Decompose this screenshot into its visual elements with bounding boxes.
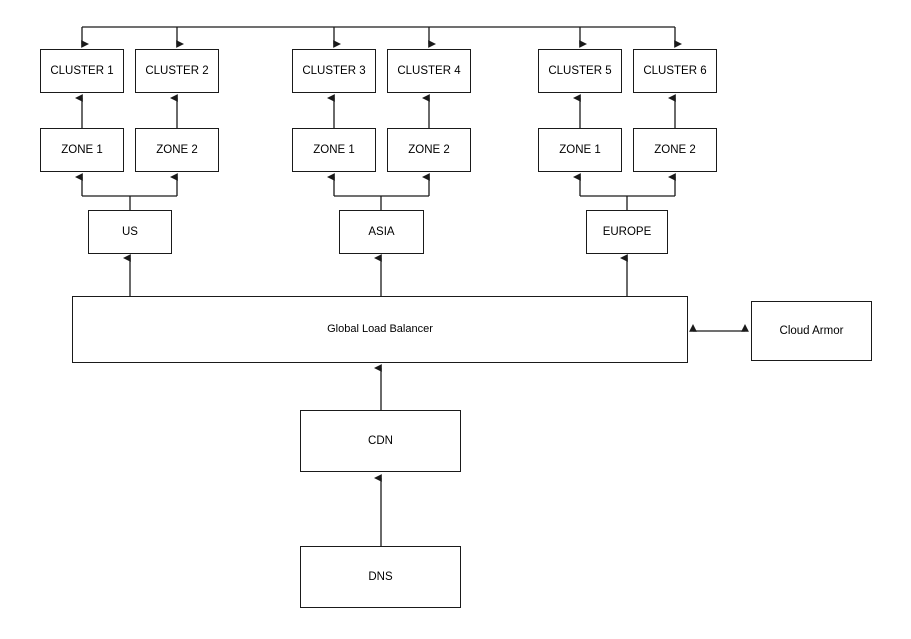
dns-box[interactable]: DNS (300, 546, 461, 608)
cloud-armor-box[interactable]: Cloud Armor (751, 301, 872, 361)
cluster-label-5: CLUSTER 5 (548, 64, 612, 77)
region-box-asia[interactable]: ASIA (339, 210, 424, 254)
cluster-box-2[interactable]: CLUSTER 2 (135, 49, 219, 93)
zone-label-europe-2: ZONE 2 (654, 143, 696, 156)
zone-label-asia-1: ZONE 1 (313, 143, 355, 156)
cdn-label: CDN (368, 434, 393, 447)
architecture-diagram: CLUSTER 1 CLUSTER 2 CLUSTER 3 CLUSTER 4 … (0, 0, 911, 639)
zone-label-europe-1: ZONE 1 (559, 143, 601, 156)
europe-region-fanout (573, 173, 676, 210)
zone-label-asia-2: ZONE 2 (408, 143, 450, 156)
dns-label: DNS (368, 570, 393, 583)
cluster-box-3[interactable]: CLUSTER 3 (292, 49, 376, 93)
cluster-box-1[interactable]: CLUSTER 1 (40, 49, 124, 93)
region-label-us: US (122, 225, 138, 238)
region-box-europe[interactable]: EUROPE (586, 210, 668, 254)
zone-box-us-2[interactable]: ZONE 2 (135, 128, 219, 172)
cluster-box-5[interactable]: CLUSTER 5 (538, 49, 622, 93)
zone-to-cluster-connectors (75, 94, 676, 128)
us-region-fanout (75, 173, 178, 210)
cluster-box-6[interactable]: CLUSTER 6 (633, 49, 717, 93)
zone-box-europe-1[interactable]: ZONE 1 (538, 128, 622, 172)
cdn-box[interactable]: CDN (300, 410, 461, 472)
cluster-label-1: CLUSTER 1 (50, 64, 114, 77)
cluster-label-6: CLUSTER 6 (643, 64, 707, 77)
global-load-balancer-box[interactable]: Global Load Balancer (72, 296, 688, 363)
cluster-distribution-bus (81, 26, 682, 48)
region-box-us[interactable]: US (88, 210, 172, 254)
asia-region-fanout (327, 173, 430, 210)
cluster-label-4: CLUSTER 4 (397, 64, 461, 77)
zone-box-asia-1[interactable]: ZONE 1 (292, 128, 376, 172)
cluster-label-3: CLUSTER 3 (302, 64, 366, 77)
zone-box-us-1[interactable]: ZONE 1 (40, 128, 124, 172)
zone-label-us-1: ZONE 1 (61, 143, 103, 156)
region-label-asia: ASIA (368, 225, 395, 238)
cloud-armor-label: Cloud Armor (779, 324, 844, 337)
cluster-label-2: CLUSTER 2 (145, 64, 209, 77)
zone-label-us-2: ZONE 2 (156, 143, 198, 156)
global-load-balancer-label: Global Load Balancer (327, 323, 433, 336)
zone-box-europe-2[interactable]: ZONE 2 (633, 128, 717, 172)
cluster-box-4[interactable]: CLUSTER 4 (387, 49, 471, 93)
region-label-europe: EUROPE (602, 225, 652, 238)
zone-box-asia-2[interactable]: ZONE 2 (387, 128, 471, 172)
